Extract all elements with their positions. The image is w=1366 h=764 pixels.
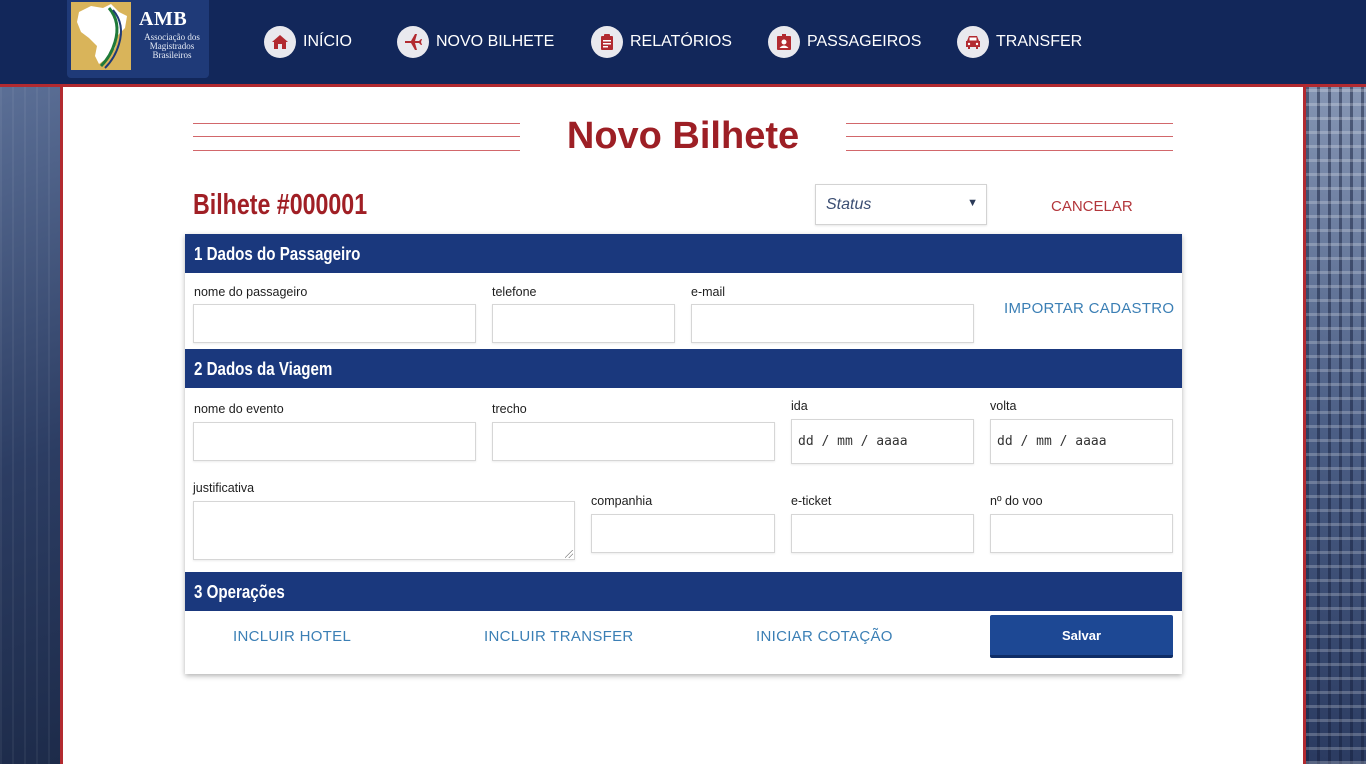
justification-label: justificativa (193, 481, 255, 495)
nav-label: PASSAGEIROS (807, 33, 922, 50)
main-panel: Novo Bilhete Bilhete #000001 Status ▼ CA… (60, 87, 1306, 764)
flight-number-field[interactable] (990, 514, 1173, 553)
car-icon (957, 26, 989, 58)
event-name-field[interactable] (193, 422, 476, 461)
main-nav: INÍCIO NOVO BILHETE RELATÓRIOS PASSAGEIR… (264, 25, 1082, 59)
logo-subtitle: Associação dos Magistrados Brasileiros (139, 33, 205, 60)
amb-logo[interactable]: AMB Associação dos Magistrados Brasileir… (67, 0, 209, 78)
top-header: AMB Associação dos Magistrados Brasileir… (0, 0, 1366, 87)
dropdown-arrow-icon: ▼ (967, 197, 978, 209)
eticket-label: e-ticket (791, 494, 832, 508)
title-decoration-right (846, 123, 1173, 151)
route-label: trecho (492, 402, 527, 416)
passenger-name-label: nome do passageiro (194, 285, 308, 299)
section-trip-header: 2 Dados da Viagem (185, 349, 1182, 388)
email-label: e-mail (691, 285, 726, 299)
logo-title: AMB (139, 8, 188, 30)
nav-label: RELATÓRIOS (630, 33, 732, 50)
phone-field[interactable] (492, 304, 675, 343)
departure-date-field[interactable]: dd / mm / aaaa (791, 419, 974, 464)
airline-label: companhia (591, 494, 653, 508)
nav-label: NOVO BILHETE (436, 33, 555, 50)
departure-date-label: ida (791, 399, 808, 413)
nav-label: TRANSFER (996, 33, 1083, 50)
save-button[interactable]: Salvar (990, 615, 1173, 658)
page-title: Novo Bilhete (566, 115, 800, 157)
status-select[interactable]: Status ▼ (815, 184, 987, 225)
nav-label: INÍCIO (303, 33, 352, 50)
brazil-map-icon (71, 2, 131, 70)
justification-textarea[interactable] (193, 501, 575, 560)
background-right (1306, 87, 1366, 764)
nav-item-inicio[interactable]: INÍCIO (264, 25, 397, 59)
nav-item-passageiros[interactable]: PASSAGEIROS (768, 25, 957, 59)
phone-label: telefone (492, 285, 537, 299)
ticket-form-card: 1 Dados do Passageiro nome do passageiro… (185, 234, 1182, 674)
import-registration-button[interactable]: IMPORTAR CADASTRO (1004, 300, 1174, 317)
eticket-field[interactable] (791, 514, 974, 553)
section-operations-header: 3 Operações (185, 572, 1182, 611)
return-date-label: volta (990, 399, 1017, 413)
include-hotel-button[interactable]: INCLUIR HOTEL (233, 628, 351, 645)
logo-subtitle-line: Brasileiros (152, 50, 192, 60)
clipboard-icon (591, 26, 623, 58)
include-transfer-button[interactable]: INCLUIR TRANSFER (484, 628, 634, 645)
nav-item-novo-bilhete[interactable]: NOVO BILHETE (397, 25, 591, 59)
cancel-button[interactable]: CANCELAR (1051, 198, 1133, 215)
section-heading: 2 Dados da Viagem (194, 359, 333, 379)
airplane-icon (397, 26, 429, 58)
flight-number-label: nº do voo (990, 494, 1043, 508)
section-passenger-header: 1 Dados do Passageiro (185, 234, 1182, 273)
route-field[interactable] (492, 422, 775, 461)
nav-item-relatorios[interactable]: RELATÓRIOS (591, 25, 768, 59)
background-left (0, 87, 60, 764)
status-select-value: Status (826, 196, 872, 213)
passenger-name-field[interactable] (193, 304, 476, 343)
nav-item-transfer[interactable]: TRANSFER (957, 25, 1082, 59)
email-field[interactable] (691, 304, 974, 343)
section-heading: 1 Dados do Passageiro (194, 244, 361, 264)
ticket-number: Bilhete #000001 (193, 189, 368, 221)
title-decoration-left (193, 123, 520, 151)
return-date-field[interactable]: dd / mm / aaaa (990, 419, 1173, 464)
event-name-label: nome do evento (194, 402, 284, 416)
airline-field[interactable] (591, 514, 775, 553)
start-quote-button[interactable]: INICIAR COTAÇÃO (756, 628, 893, 645)
section-heading: 3 Operações (194, 582, 285, 602)
home-icon (264, 26, 296, 58)
resize-handle-icon[interactable] (565, 550, 573, 558)
id-badge-icon (768, 26, 800, 58)
